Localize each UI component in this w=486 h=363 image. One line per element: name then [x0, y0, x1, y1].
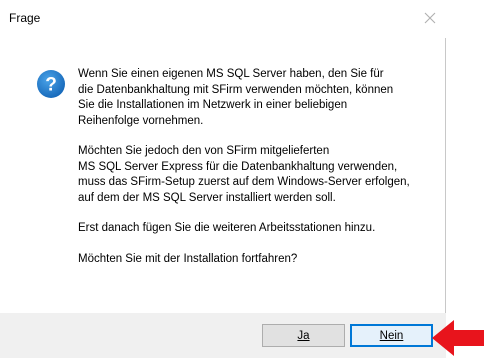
close-icon — [420, 8, 440, 28]
question-dialog: Frage ? Wenn Sie einen eigenen MS SQL Se… — [0, 0, 446, 358]
button-bar: Ja Nein — [0, 313, 446, 358]
no-button[interactable]: Nein — [350, 324, 433, 347]
title-bar: Frage — [0, 0, 446, 38]
message-text: Wenn Sie einen eigenen MS SQL Server hab… — [78, 67, 428, 282]
svg-text:?: ? — [45, 75, 57, 96]
close-button[interactable] — [420, 8, 440, 28]
red-arrow-icon — [430, 318, 486, 358]
message-paragraph-4: Möchten Sie mit der Installation fortfah… — [78, 252, 298, 265]
yes-button[interactable]: Ja — [262, 324, 345, 347]
message-paragraph-1: Wenn Sie einen eigenen MS SQL Server hab… — [78, 68, 394, 127]
question-icon: ? — [36, 69, 66, 99]
dialog-title: Frage — [9, 11, 41, 25]
message-paragraph-3: Erst danach fügen Sie die weiteren Arbei… — [78, 222, 376, 234]
yes-button-label: Ja — [297, 329, 310, 342]
message-paragraph-2: Möchten Sie jedoch den von SFirm mitgeli… — [78, 145, 410, 204]
no-button-label: Nein — [379, 329, 404, 342]
